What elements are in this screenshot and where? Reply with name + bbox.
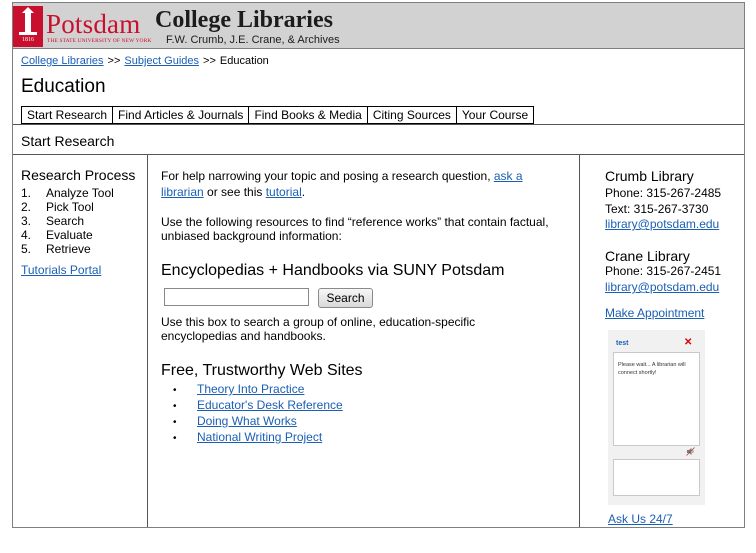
make-appointment-link[interactable]: Make Appointment [605, 306, 704, 320]
tab-start-research[interactable]: Start Research [22, 107, 114, 123]
breadcrumb-college-libraries[interactable]: College Libraries [21, 55, 104, 67]
chat-wait-message: Please wait... A librarian will connect … [618, 362, 686, 376]
list-item: • Educator's Desk Reference [173, 398, 343, 414]
speaker-icon[interactable] [686, 447, 695, 456]
site-banner: 1816 Potsdam THE STATE UNIVERSITY OF NEW… [13, 3, 744, 49]
breadcrumb-current: Education [219, 55, 269, 67]
tab-find-books-media[interactable]: Find Books & Media [249, 107, 368, 123]
bullet: • [173, 401, 177, 412]
list-item: 2. Pick Tool [21, 200, 94, 214]
doing-what-works-link[interactable]: Doing What Works [197, 414, 297, 428]
crane-email-link[interactable]: library@potsdam.edu [605, 280, 719, 294]
ask-us-link[interactable]: Ask Us 24/7 [608, 512, 673, 526]
breadcrumb-separator: >> [203, 55, 216, 67]
research-process-title: Research Process [21, 167, 136, 183]
tab-find-articles-journals[interactable]: Find Articles & Journals [113, 107, 250, 123]
chat-title: test [616, 340, 629, 347]
crane-library-name: Crane Library [605, 248, 690, 264]
chat-widget: test ✕ Please wait... A librarian will c… [608, 330, 705, 505]
bullet: • [173, 385, 177, 396]
potsdam-wordmark[interactable]: Potsdam [46, 9, 140, 40]
tab-citing-sources[interactable]: Citing Sources [367, 107, 457, 123]
list-item: • Doing What Works [173, 414, 343, 430]
tab-your-course[interactable]: Your Course [456, 107, 534, 123]
page-title: Education [21, 76, 106, 97]
crumb-library-name: Crumb Library [605, 168, 694, 184]
list-item: 3. Search [21, 214, 85, 228]
list-item: 1. Analyze Tool [21, 186, 114, 200]
potsdam-seal-logo[interactable]: 1816 [13, 6, 43, 47]
encyclopedias-heading: Encyclopedias + Handbooks via SUNY Potsd… [161, 262, 505, 279]
search-note: Use this box to search a group of online… [161, 315, 476, 343]
crumb-phone: Phone: 315-267-2485 [605, 186, 722, 200]
national-writing-project-link[interactable]: National Writing Project [197, 430, 322, 444]
seal-year: 1816 [22, 37, 34, 43]
tutorial-link[interactable]: tutorial [266, 185, 302, 199]
divider [13, 124, 744, 125]
clock-tower-icon [22, 7, 34, 34]
crumb-text: Text: 315-267-3730 [605, 202, 709, 216]
free-websites-heading: Free, Trustworthy Web Sites [161, 362, 363, 379]
bullet: • [173, 433, 177, 444]
free-websites-list: • Theory Into Practice • Educator's Desk R… [173, 382, 343, 446]
site-title[interactable]: College Libraries [155, 7, 333, 34]
list-item: 5. Retrieve [21, 242, 91, 256]
research-steps-list: 1. Analyze Tool 2. Pick Tool 3. Search 4. Ev… [21, 186, 114, 256]
seal-base [19, 32, 37, 35]
bullet: • [173, 417, 177, 428]
contact-column: Crumb Library Phone: 315-267-2485 Text: … [579, 155, 744, 527]
crumb-email-link[interactable]: library@potsdam.edu [605, 217, 719, 231]
guide-tabs: Start Research Find Articles & Journals … [21, 106, 535, 124]
search-button[interactable]: Search [318, 288, 373, 308]
tutorials-portal-link[interactable]: Tutorials Portal [21, 263, 101, 277]
breadcrumb-separator: >> [107, 55, 121, 67]
crane-phone: Phone: 315-267-2451 [605, 264, 722, 278]
resources-paragraph: Use the following resources to find “ref… [161, 215, 549, 243]
list-item: • National Writing Project [173, 430, 343, 446]
page-frame: 1816 Potsdam THE STATE UNIVERSITY OF NEW… [12, 2, 745, 528]
breadcrumb-subject-guides[interactable]: Subject Guides [124, 55, 199, 67]
chat-input[interactable] [613, 459, 700, 496]
breadcrumb: College Libraries >> Subject Guides >> Educa… [21, 55, 269, 67]
encyclopedia-search-input[interactable] [164, 288, 309, 306]
list-item: 4. Evaluate [21, 228, 93, 242]
site-subtitle: F.W. Crumb, J.E. Crane, & Archives [166, 34, 340, 46]
research-process-column: Research Process 1. Analyze Tool 2. Pick T… [13, 155, 148, 527]
educators-desk-reference-link[interactable]: Educator's Desk Reference [197, 398, 343, 412]
chat-messages: Please wait... A librarian will connect … [613, 352, 700, 446]
main-content: For help narrowing your topic and posing… [149, 155, 579, 527]
list-item: • Theory Into Practice [173, 382, 343, 398]
section-label: Start Research [21, 133, 115, 149]
intro-paragraph: For help narrowing your topic and posing… [161, 169, 523, 199]
theory-into-practice-link[interactable]: Theory Into Practice [197, 382, 304, 396]
close-icon[interactable]: ✕ [684, 337, 692, 348]
logo-tagline: THE STATE UNIVERSITY OF NEW YORK [47, 38, 152, 44]
